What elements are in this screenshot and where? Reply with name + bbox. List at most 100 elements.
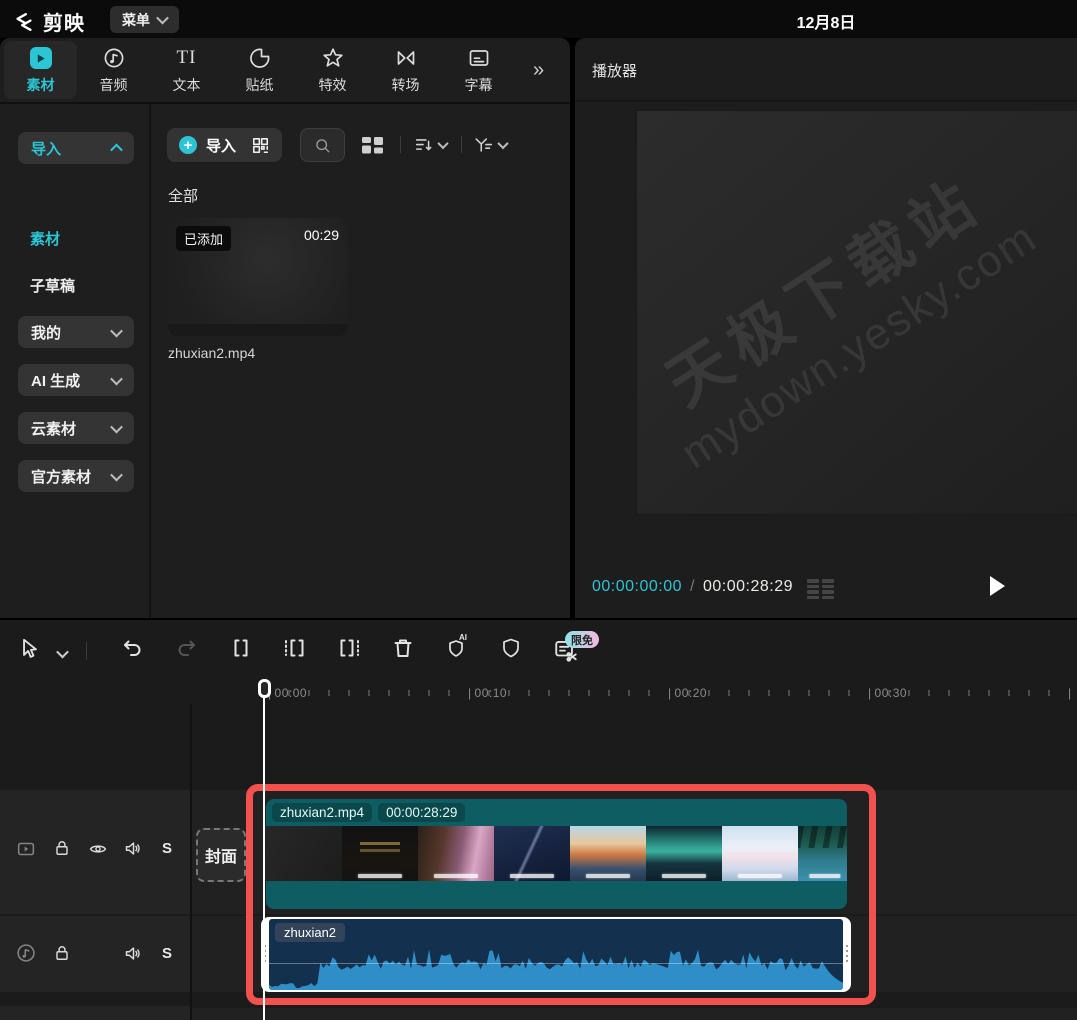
ruler-label: | bbox=[1068, 686, 1072, 700]
player-canvas bbox=[636, 110, 1077, 515]
tab-text[interactable]: TI 文本 bbox=[150, 41, 223, 99]
sidebar-group-cloud[interactable]: 云素材 bbox=[18, 412, 134, 444]
redo-button[interactable] bbox=[175, 636, 199, 660]
video-clip[interactable]: zhuxian2.mp4 00:00:28:29 bbox=[266, 799, 847, 909]
material-play-icon bbox=[30, 45, 52, 71]
ruler-tick bbox=[588, 690, 590, 696]
toolbar-divider bbox=[86, 642, 87, 660]
audio-solo-button[interactable]: S bbox=[162, 945, 172, 962]
ruler-tick bbox=[568, 690, 570, 696]
ruler-tick bbox=[628, 690, 630, 696]
tab-effects-label: 特效 bbox=[319, 75, 347, 95]
sidebar-ai-label: AI 生成 bbox=[31, 370, 80, 391]
frame-view-icon[interactable] bbox=[807, 579, 834, 599]
ruler-tick bbox=[368, 690, 370, 696]
split-button[interactable] bbox=[229, 636, 253, 660]
capcut-window: 剪映 菜单 12月8日 素材 音频 TI 文本 bbox=[0, 0, 1077, 1020]
filter-icon bbox=[473, 134, 495, 156]
sidebar-group-import[interactable]: 导入 bbox=[18, 132, 134, 164]
ruler-tick bbox=[708, 690, 710, 696]
redo-icon bbox=[175, 636, 199, 660]
capcut-logo-icon bbox=[12, 11, 36, 33]
media-sidebar: 导入 素材 子草稿 我的 AI 生成 云素材 官方素材 bbox=[0, 104, 150, 618]
ruler-tick bbox=[428, 690, 430, 696]
app-logo-text: 剪映 bbox=[43, 7, 85, 36]
tab-captions[interactable]: 字幕 bbox=[442, 41, 515, 99]
ruler-tick bbox=[888, 690, 890, 696]
ruler-tick bbox=[1048, 690, 1050, 696]
film-thumbnail bbox=[342, 826, 418, 881]
tab-transitions[interactable]: 转场 bbox=[369, 41, 442, 99]
select-tool-dropdown[interactable] bbox=[58, 645, 67, 663]
lock-icon[interactable] bbox=[52, 838, 72, 858]
sidebar-group-official[interactable]: 官方素材 bbox=[18, 460, 134, 492]
speaker-icon[interactable] bbox=[123, 838, 144, 859]
tab-material[interactable]: 素材 bbox=[4, 41, 77, 99]
media-item-thumbnail[interactable]: 已添加 00:29 bbox=[168, 218, 348, 336]
qr-scan-icon[interactable] bbox=[251, 136, 270, 155]
sort-button[interactable] bbox=[413, 134, 447, 156]
split-icon bbox=[229, 636, 253, 660]
grid-view-button[interactable] bbox=[360, 134, 386, 156]
ruler-tick bbox=[808, 690, 810, 696]
search-input[interactable] bbox=[300, 128, 345, 162]
ruler-tick bbox=[968, 690, 970, 696]
more-tabs-button[interactable]: » bbox=[533, 59, 544, 82]
chevron-down-icon bbox=[110, 324, 123, 337]
category-label: 全部 bbox=[168, 185, 198, 206]
limited-free-badge: 限免 bbox=[565, 631, 599, 648]
ruler-tick bbox=[508, 690, 510, 696]
ruler-tick bbox=[308, 690, 310, 696]
shield-icon bbox=[499, 636, 523, 660]
tab-sticker[interactable]: 贴纸 bbox=[223, 41, 296, 99]
filter-button[interactable] bbox=[473, 134, 507, 156]
sidebar-item-material[interactable]: 素材 bbox=[30, 228, 60, 249]
tab-audio[interactable]: 音频 bbox=[77, 41, 150, 99]
lock-icon[interactable] bbox=[52, 943, 72, 963]
sidebar-item-subdraft[interactable]: 子草稿 bbox=[30, 275, 75, 296]
delete-button[interactable] bbox=[391, 636, 415, 660]
playhead-handle[interactable] bbox=[258, 679, 271, 698]
video-track-type-icon bbox=[15, 838, 37, 860]
menu-button[interactable]: 菜单 bbox=[110, 6, 179, 33]
chevron-down-icon bbox=[437, 138, 448, 149]
title-bar: 剪映 菜单 12月8日 bbox=[0, 0, 1077, 38]
select-tool-button[interactable] bbox=[17, 636, 43, 662]
ruler-tick bbox=[848, 690, 850, 696]
audio-track-header: S bbox=[0, 916, 190, 992]
play-button[interactable] bbox=[987, 574, 1007, 598]
sidebar-group-mine[interactable]: 我的 bbox=[18, 316, 134, 348]
app-logo: 剪映 bbox=[12, 7, 85, 36]
undo-button[interactable] bbox=[120, 636, 144, 660]
film-thumbnail bbox=[722, 826, 798, 881]
ruler-tick bbox=[1008, 690, 1010, 696]
cover-button[interactable]: 封面 bbox=[196, 828, 246, 882]
tab-effects[interactable]: 特效 bbox=[296, 41, 369, 99]
trim-right-button[interactable] bbox=[337, 636, 361, 660]
audio-clip[interactable]: zhuxian2 bbox=[261, 917, 851, 992]
mask-button[interactable] bbox=[499, 636, 523, 660]
sidebar-group-ai[interactable]: AI 生成 bbox=[18, 364, 134, 396]
track-header-divider bbox=[190, 704, 192, 1020]
sidebar-divider bbox=[149, 104, 151, 618]
ruler-tick bbox=[908, 690, 910, 696]
clip-right-handle[interactable] bbox=[846, 945, 848, 965]
trim-left-icon bbox=[283, 636, 307, 660]
import-button[interactable]: + 导入 bbox=[167, 128, 282, 162]
ai-label: AI bbox=[459, 633, 467, 642]
ai-mask-button[interactable]: AI bbox=[445, 636, 469, 660]
toolbar-divider bbox=[461, 136, 462, 153]
video-solo-button[interactable]: S bbox=[162, 840, 172, 857]
chevron-down-icon bbox=[497, 138, 508, 149]
chevron-down-icon bbox=[110, 420, 123, 433]
current-time: 00:00:00:00 bbox=[592, 578, 682, 596]
timeline-ruler[interactable]: | 00:00| 00:10| 00:20| 00:30| bbox=[190, 682, 1077, 706]
trim-left-button[interactable] bbox=[283, 636, 307, 660]
sticker-icon bbox=[248, 45, 272, 71]
eye-icon[interactable] bbox=[87, 839, 109, 859]
ruler-tick bbox=[1028, 690, 1030, 696]
grid-icon bbox=[360, 134, 386, 156]
trash-icon bbox=[391, 636, 415, 660]
cursor-icon bbox=[17, 636, 43, 662]
speaker-icon[interactable] bbox=[123, 943, 144, 964]
